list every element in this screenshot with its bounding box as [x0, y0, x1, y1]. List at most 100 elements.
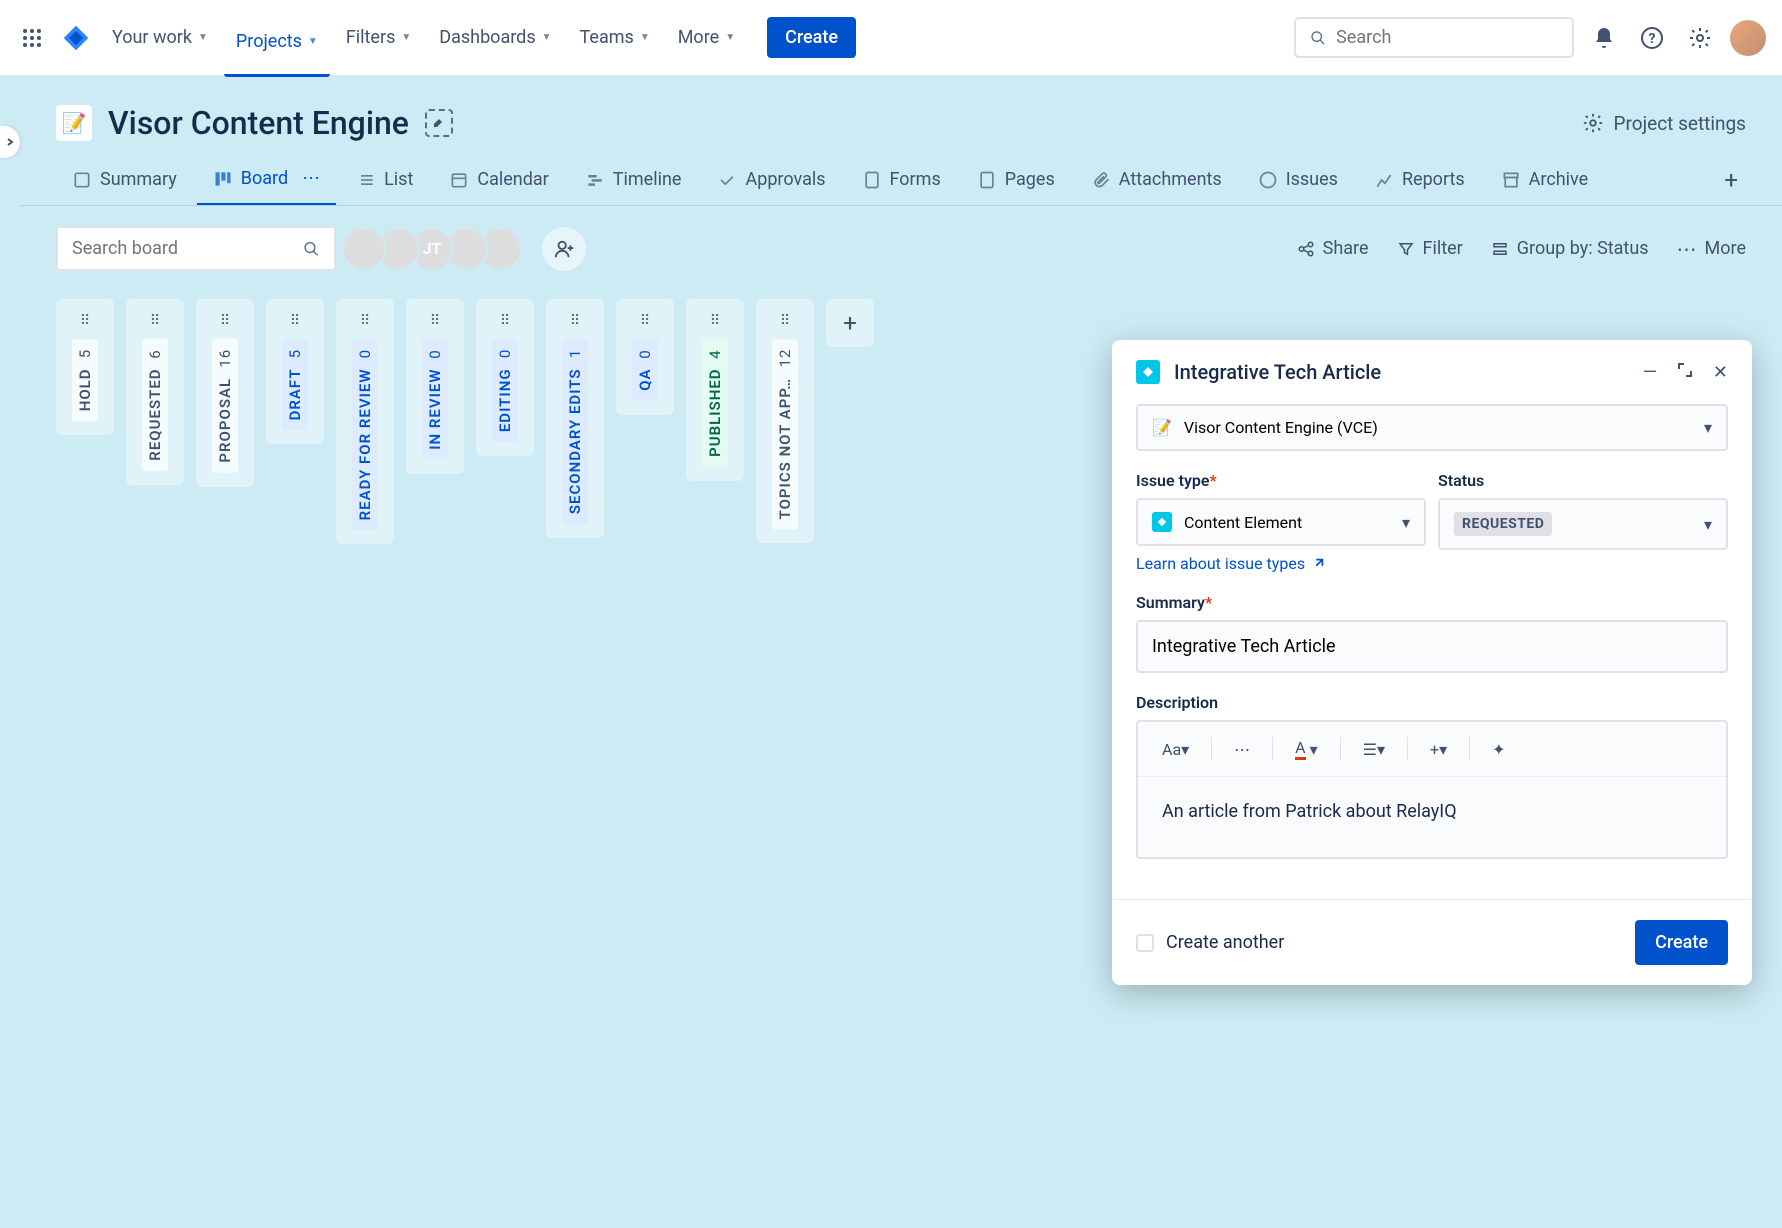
tab-calendar[interactable]: Calendar: [433, 155, 564, 204]
board-column[interactable]: ⠿ PROPOSAL16: [196, 299, 254, 487]
jira-logo-icon[interactable]: [60, 22, 92, 54]
drag-handle-icon[interactable]: ⠿: [150, 313, 160, 329]
project-select[interactable]: 📝 Visor Content Engine (VCE) ▾: [1136, 404, 1728, 451]
search-icon: [1310, 29, 1326, 47]
share-button[interactable]: Share: [1297, 238, 1369, 259]
column-label: SECONDARY EDITS1: [562, 339, 588, 524]
text-color-button[interactable]: A▾: [1287, 732, 1325, 766]
user-avatar[interactable]: [1730, 20, 1766, 56]
board-column[interactable]: ⠿ PUBLISHED4: [686, 299, 744, 481]
nav-teams[interactable]: Teams▼: [568, 19, 662, 56]
tab-forms[interactable]: Forms: [846, 155, 957, 204]
modal-create-button[interactable]: Create: [1635, 920, 1728, 965]
project-color-picker[interactable]: [425, 109, 453, 137]
drag-handle-icon[interactable]: ⠿: [220, 313, 230, 329]
tab-board[interactable]: Board⋯: [197, 154, 336, 206]
drag-handle-icon[interactable]: ⠿: [780, 313, 790, 329]
notifications-icon[interactable]: [1586, 20, 1622, 56]
minimize-icon[interactable]: —: [1643, 362, 1657, 383]
group-by-button[interactable]: Group by: Status: [1491, 238, 1649, 259]
text-style-button[interactable]: Aa▾: [1154, 734, 1197, 765]
board-column[interactable]: ⠿ EDITING0: [476, 299, 534, 456]
settings-icon[interactable]: [1682, 20, 1718, 56]
tab-summary[interactable]: Summary: [56, 155, 193, 204]
board-column[interactable]: ⠿ DRAFT5: [266, 299, 324, 444]
status-badge: REQUESTED: [1454, 512, 1552, 536]
drag-handle-icon[interactable]: ⠿: [710, 313, 720, 329]
help-icon[interactable]: ?: [1634, 20, 1670, 56]
issue-type-icon: [1136, 360, 1160, 384]
tab-approvals[interactable]: Approvals: [701, 155, 841, 204]
search-input[interactable]: [1336, 27, 1558, 48]
nav-right: ?: [1294, 17, 1766, 58]
more-formatting-button[interactable]: ⋯: [1226, 734, 1258, 765]
sidebar-expand-handle[interactable]: [0, 126, 20, 158]
summary-input[interactable]: [1136, 620, 1728, 673]
expand-icon[interactable]: [1677, 362, 1693, 383]
tab-issues[interactable]: Issues: [1242, 155, 1354, 204]
chevron-down-icon: ▾: [1704, 418, 1712, 437]
nav-projects[interactable]: Projects▼: [224, 23, 330, 77]
tab-archive[interactable]: Archive: [1485, 155, 1605, 204]
drag-handle-icon[interactable]: ⠿: [80, 313, 90, 329]
more-button[interactable]: ⋯More: [1677, 237, 1746, 261]
create-issue-modal: Integrative Tech Article — ✕ 📝 Visor Con…: [1112, 340, 1752, 985]
column-count: 5: [286, 349, 304, 358]
app-switcher-icon[interactable]: [16, 22, 48, 54]
add-column-button[interactable]: +: [826, 299, 874, 347]
list-button[interactable]: ☰▾: [1355, 734, 1393, 765]
project-header: 📝 Visor Content Engine Project settings: [20, 76, 1782, 154]
project-select-value: Visor Content Engine (VCE): [1184, 418, 1378, 437]
board-column[interactable]: ⠿ READY FOR REVIEW0: [336, 299, 394, 544]
board-column[interactable]: ⠿ REQUESTED6: [126, 299, 184, 485]
nav-your-work[interactable]: Your work▼: [100, 19, 220, 56]
drag-handle-icon[interactable]: ⠿: [430, 313, 440, 329]
tab-more-icon[interactable]: ⋯: [302, 168, 320, 189]
learn-issue-types-link[interactable]: Learn about issue types: [1136, 554, 1325, 573]
drag-handle-icon[interactable]: ⠿: [290, 313, 300, 329]
tab-timeline[interactable]: Timeline: [569, 155, 698, 204]
board-column[interactable]: ⠿ IN REVIEW0: [406, 299, 464, 474]
tab-reports[interactable]: Reports: [1358, 155, 1481, 204]
board-column[interactable]: ⠿ TOPICS NOT APP…12: [756, 299, 814, 543]
toolbar-right: Share Filter Group by: Status ⋯More: [1297, 237, 1746, 261]
insert-button[interactable]: +▾: [1422, 734, 1455, 765]
drag-handle-icon[interactable]: ⠿: [640, 313, 650, 329]
global-search[interactable]: [1294, 17, 1574, 58]
description-content[interactable]: An article from Patrick about RelayIQ: [1138, 777, 1726, 857]
project-icon: 📝: [56, 105, 92, 141]
chevron-down-icon: ▼: [308, 36, 318, 47]
drag-handle-icon[interactable]: ⠿: [500, 313, 510, 329]
drag-handle-icon[interactable]: ⠿: [360, 313, 370, 329]
board-search[interactable]: [56, 226, 336, 271]
column-count: 4: [706, 349, 724, 358]
nav-more[interactable]: More▼: [666, 19, 747, 56]
chevron-down-icon: ▾: [1704, 515, 1712, 534]
issue-type-icon: [1152, 512, 1172, 532]
board-search-input[interactable]: [72, 238, 303, 259]
drag-handle-icon[interactable]: ⠿: [570, 313, 580, 329]
project-tabs: Summary Board⋯ List Calendar Timeline Ap…: [20, 154, 1782, 206]
project-settings-button[interactable]: Project settings: [1582, 112, 1746, 135]
board-column[interactable]: ⠿ HOLD5: [56, 299, 114, 435]
tab-list[interactable]: List: [340, 155, 429, 204]
add-person-button[interactable]: [542, 227, 586, 271]
ai-button[interactable]: ✦: [1484, 734, 1513, 765]
nav-filters[interactable]: Filters▼: [334, 19, 423, 56]
tab-attachments[interactable]: Attachments: [1075, 155, 1238, 204]
avatar[interactable]: [342, 227, 386, 271]
tab-pages[interactable]: Pages: [961, 155, 1071, 204]
close-icon[interactable]: ✕: [1713, 362, 1728, 383]
checkbox-box: [1136, 934, 1154, 952]
filter-button[interactable]: Filter: [1397, 238, 1463, 259]
status-select[interactable]: REQUESTED ▾: [1438, 498, 1728, 550]
nav-dashboards[interactable]: Dashboards▼: [427, 19, 563, 56]
board-column[interactable]: ⠿ SECONDARY EDITS1: [546, 299, 604, 538]
column-count: 12: [776, 349, 794, 368]
board-column[interactable]: ⠿ QA0: [616, 299, 674, 415]
add-tab-button[interactable]: +: [1716, 158, 1746, 202]
issue-type-select[interactable]: Content Element ▾: [1136, 498, 1426, 546]
chevron-down-icon: ▼: [542, 32, 552, 43]
create-another-checkbox[interactable]: Create another: [1136, 932, 1284, 953]
create-button[interactable]: Create: [767, 17, 856, 58]
